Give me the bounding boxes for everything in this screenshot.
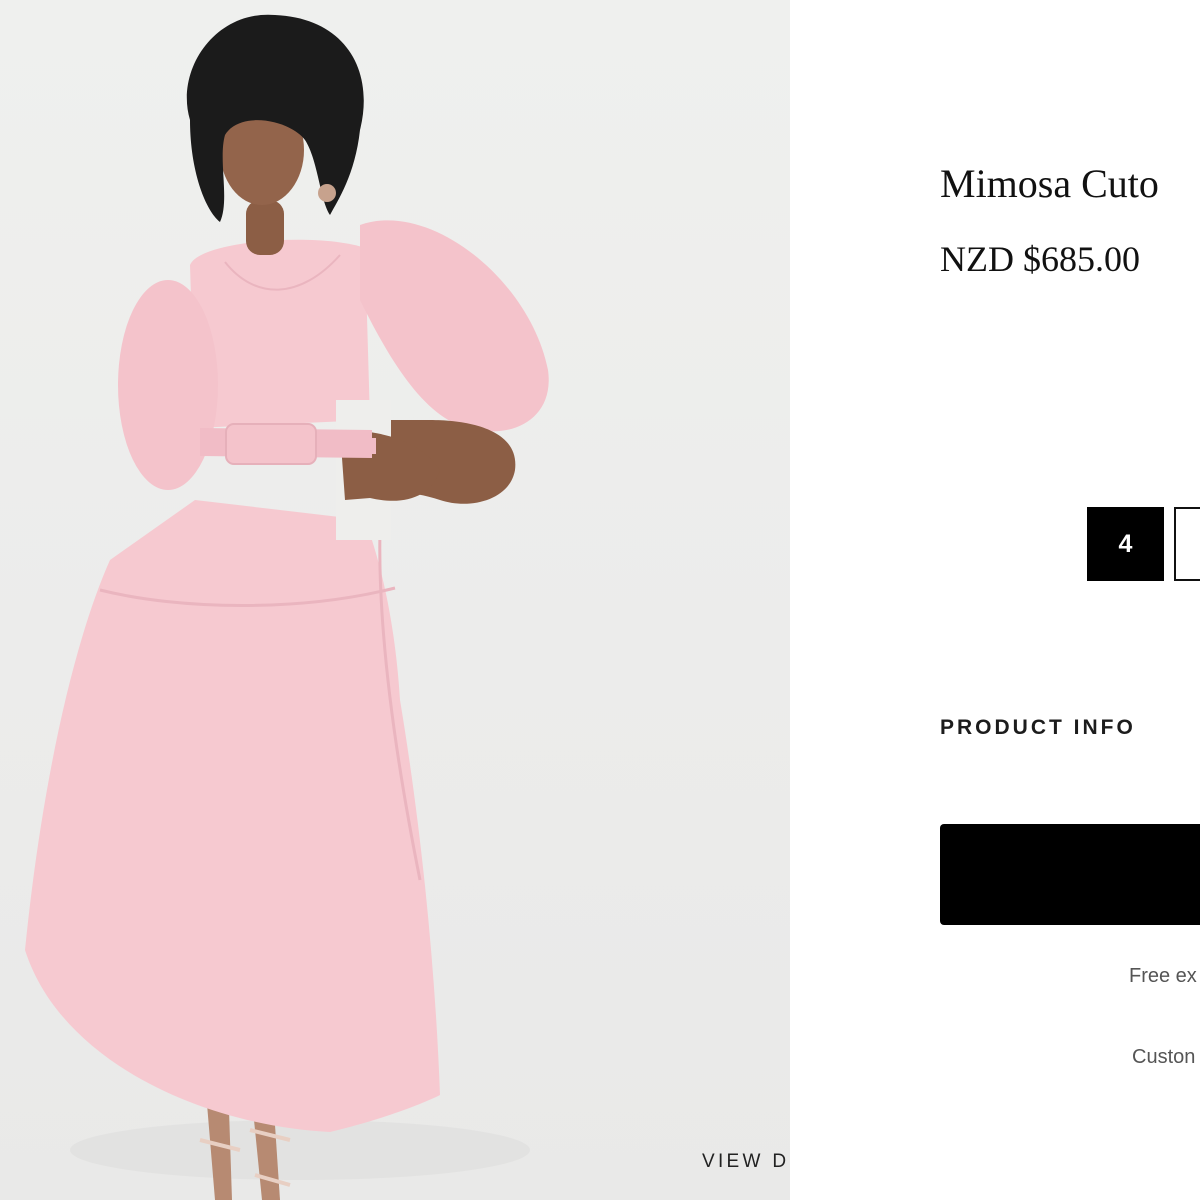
view-details-link[interactable]: VIEW DETAILS <box>702 1151 790 1173</box>
model-illustration <box>25 14 549 1200</box>
product-price: NZD $685.00 <box>940 239 1140 279</box>
add-to-bag-button[interactable] <box>940 824 1200 925</box>
size-option-selected[interactable]: 4 <box>1087 507 1164 581</box>
shipping-note: Free ex <box>1129 965 1197 987</box>
customer-note: Custon <box>1132 1046 1196 1068</box>
product-photo[interactable]: VIEW DETAILS <box>0 0 790 1200</box>
product-info-toggle[interactable]: PRODUCT INFO <box>940 716 1136 740</box>
product-info-panel: Mimosa Cuto NZD $685.00 4 PRODUCT INFO F… <box>790 0 1200 1200</box>
product-title: Mimosa Cuto <box>940 161 1159 206</box>
size-option-next[interactable] <box>1174 507 1200 581</box>
